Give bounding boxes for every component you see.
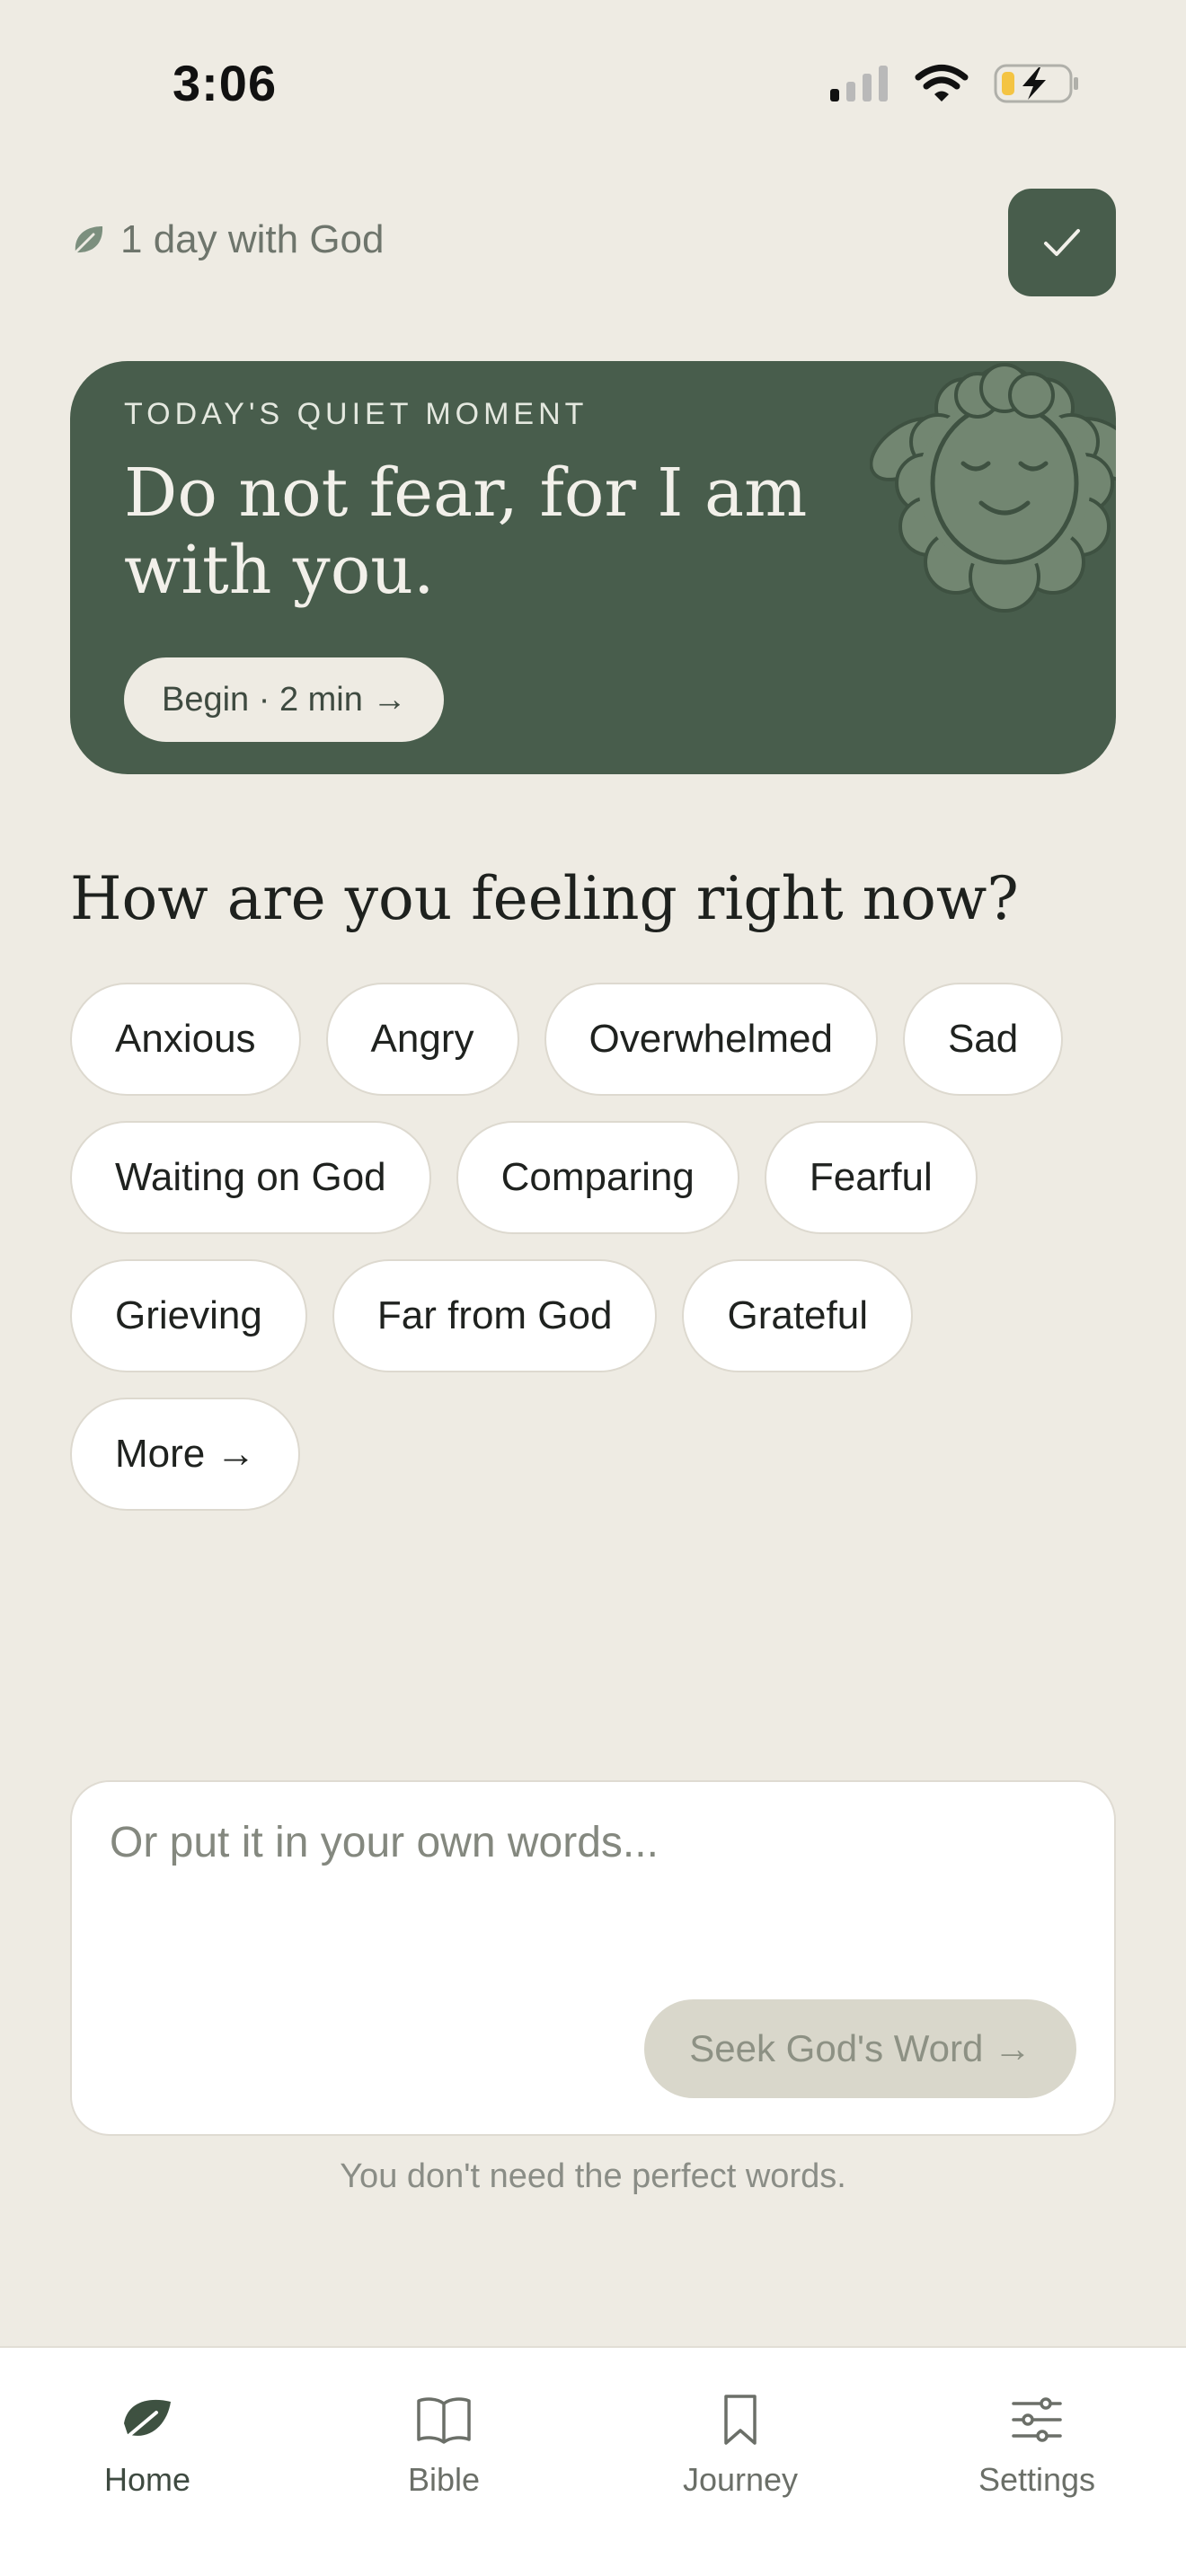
- sliders-icon: [1012, 2397, 1062, 2442]
- streak-text: 1 day with God: [120, 217, 385, 261]
- chip-overwhelmed[interactable]: Overwhelmed: [544, 983, 878, 1096]
- home-screen: 3:06 1 day with God TODAY'S QUIET MOMENT…: [0, 0, 1186, 2576]
- chip-row: Anxious Angry Overwhelmed Sad: [70, 983, 1148, 1096]
- tab-label: Home: [103, 2461, 191, 2498]
- tab-bar: Home Bible Journey Settings: [0, 2346, 1186, 2576]
- feeling-chips: Anxious Angry Overwhelmed Sad Waiting on…: [70, 983, 1148, 1536]
- chip-fearful[interactable]: Fearful: [764, 1121, 978, 1234]
- more-feelings-button[interactable]: More →: [70, 1398, 301, 1511]
- feeling-text-input[interactable]: [110, 1818, 1080, 1926]
- feeling-input-card: Seek God's Word →: [70, 1780, 1116, 2136]
- chip-waiting-on-god[interactable]: Waiting on God: [70, 1121, 431, 1234]
- tab-bible[interactable]: Bible: [345, 2391, 543, 2499]
- leaf-icon: [120, 2399, 171, 2443]
- card-title: Do not fear, for I am with you.: [124, 454, 808, 609]
- status-icons: [828, 63, 1080, 104]
- streak-indicator: 1 day with God: [70, 217, 385, 262]
- seek-gods-word-button[interactable]: Seek God's Word →: [644, 1999, 1076, 2098]
- chip-far-from-god[interactable]: Far from God: [332, 1259, 658, 1372]
- chip-anxious[interactable]: Anxious: [70, 983, 301, 1096]
- book-icon: [417, 2397, 471, 2444]
- chip-grateful[interactable]: Grateful: [682, 1259, 913, 1372]
- status-time: 3:06: [173, 55, 278, 111]
- battery-charging-icon: [994, 64, 1078, 103]
- chip-comparing[interactable]: Comparing: [456, 1121, 739, 1234]
- chip-row: Grieving Far from God Grateful: [70, 1259, 1148, 1372]
- tab-label: Journey: [682, 2461, 799, 2498]
- begin-button[interactable]: Begin · 2 min →: [124, 657, 445, 742]
- cellular-signal-icon: [830, 66, 888, 101]
- tab-journey[interactable]: Journey: [642, 2391, 839, 2499]
- card-eyebrow: TODAY'S QUIET MOMENT: [124, 397, 589, 431]
- feeling-heading: How are you feeling right now?: [70, 864, 1019, 933]
- helper-text: You don't need the perfect words.: [340, 2157, 846, 2195]
- checkmark-icon: [1044, 229, 1080, 256]
- chip-sad[interactable]: Sad: [902, 983, 1064, 1096]
- chip-row: More →: [70, 1398, 1148, 1511]
- bookmark-icon: [724, 2395, 757, 2445]
- chip-angry[interactable]: Angry: [325, 983, 519, 1096]
- chip-row: Waiting on God Comparing Fearful: [70, 1121, 1148, 1234]
- leaf-icon: [74, 226, 103, 254]
- chip-grieving[interactable]: Grieving: [70, 1259, 307, 1372]
- complete-check-button[interactable]: [1008, 189, 1116, 296]
- tab-label: Settings: [978, 2461, 1096, 2498]
- tab-home[interactable]: Home: [49, 2391, 246, 2499]
- tab-settings[interactable]: Settings: [938, 2391, 1136, 2499]
- sheep-icon: [870, 363, 1116, 613]
- tab-label: Bible: [407, 2461, 481, 2498]
- wifi-icon: [915, 65, 969, 101]
- quiet-moment-card[interactable]: TODAY'S QUIET MOMENT Do not fear, for I …: [70, 361, 1116, 774]
